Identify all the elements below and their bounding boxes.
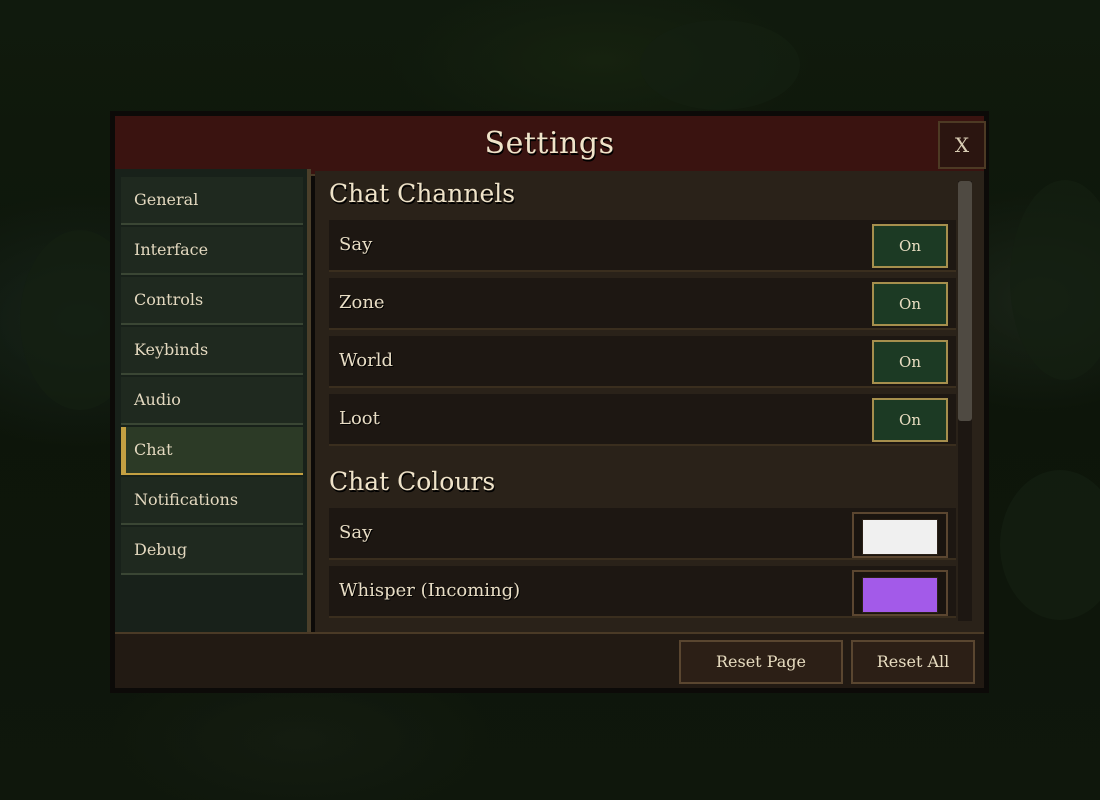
- setting-label: World: [339, 350, 393, 371]
- setting-row-say-colour: Say: [329, 508, 956, 560]
- sidebar-item-controls[interactable]: Controls: [121, 277, 303, 325]
- background-foliage: [1000, 470, 1100, 620]
- sidebar-item-audio[interactable]: Audio: [121, 377, 303, 425]
- setting-label: Say: [339, 522, 373, 543]
- dialog-title: Settings: [484, 126, 615, 161]
- say-colour-picker[interactable]: [852, 512, 948, 558]
- reset-all-button[interactable]: Reset All: [851, 640, 975, 684]
- say-channel-toggle[interactable]: On: [872, 224, 948, 268]
- sidebar-item-keybinds[interactable]: Keybinds: [121, 327, 303, 375]
- content-scrollbar[interactable]: [958, 181, 972, 621]
- world-channel-toggle[interactable]: On: [872, 340, 948, 384]
- close-button[interactable]: X: [938, 121, 986, 169]
- sidebar-item-chat[interactable]: Chat: [121, 427, 303, 475]
- setting-row-whisper-incoming-colour: Whisper (Incoming): [329, 566, 956, 618]
- setting-label: Zone: [339, 292, 385, 313]
- setting-row-world-channel: World On: [329, 336, 956, 388]
- dialog-footer: Reset Page Reset All: [115, 632, 984, 688]
- loot-channel-toggle[interactable]: On: [872, 398, 948, 442]
- section-title-chat-channels: Chat Channels: [329, 179, 516, 208]
- colour-swatch: [862, 577, 938, 613]
- setting-label: Whisper (Incoming): [339, 580, 521, 601]
- settings-dialog: Settings X General Interface Controls Ke…: [110, 111, 989, 693]
- setting-label: Say: [339, 234, 373, 255]
- reset-page-button[interactable]: Reset Page: [679, 640, 843, 684]
- setting-label: Loot: [339, 408, 380, 429]
- setting-row-say-channel: Say On: [329, 220, 956, 272]
- settings-sidebar: General Interface Controls Keybinds Audi…: [115, 169, 311, 634]
- colour-swatch: [862, 519, 938, 555]
- background-foliage: [1010, 180, 1100, 380]
- whisper-incoming-colour-picker[interactable]: [852, 570, 948, 616]
- background-foliage: [640, 20, 800, 110]
- sidebar-item-debug[interactable]: Debug: [121, 527, 303, 575]
- scrollbar-thumb[interactable]: [958, 181, 972, 421]
- setting-row-zone-channel: Zone On: [329, 278, 956, 330]
- sidebar-item-interface[interactable]: Interface: [121, 227, 303, 275]
- setting-row-loot-channel: Loot On: [329, 394, 956, 446]
- settings-content-panel: Chat Channels Say On Zone On World On Lo…: [315, 171, 984, 632]
- dialog-title-bar: Settings X: [115, 116, 986, 176]
- sidebar-item-general[interactable]: General: [121, 177, 303, 225]
- zone-channel-toggle[interactable]: On: [872, 282, 948, 326]
- sidebar-item-notifications[interactable]: Notifications: [121, 477, 303, 525]
- section-title-chat-colours: Chat Colours: [329, 467, 496, 496]
